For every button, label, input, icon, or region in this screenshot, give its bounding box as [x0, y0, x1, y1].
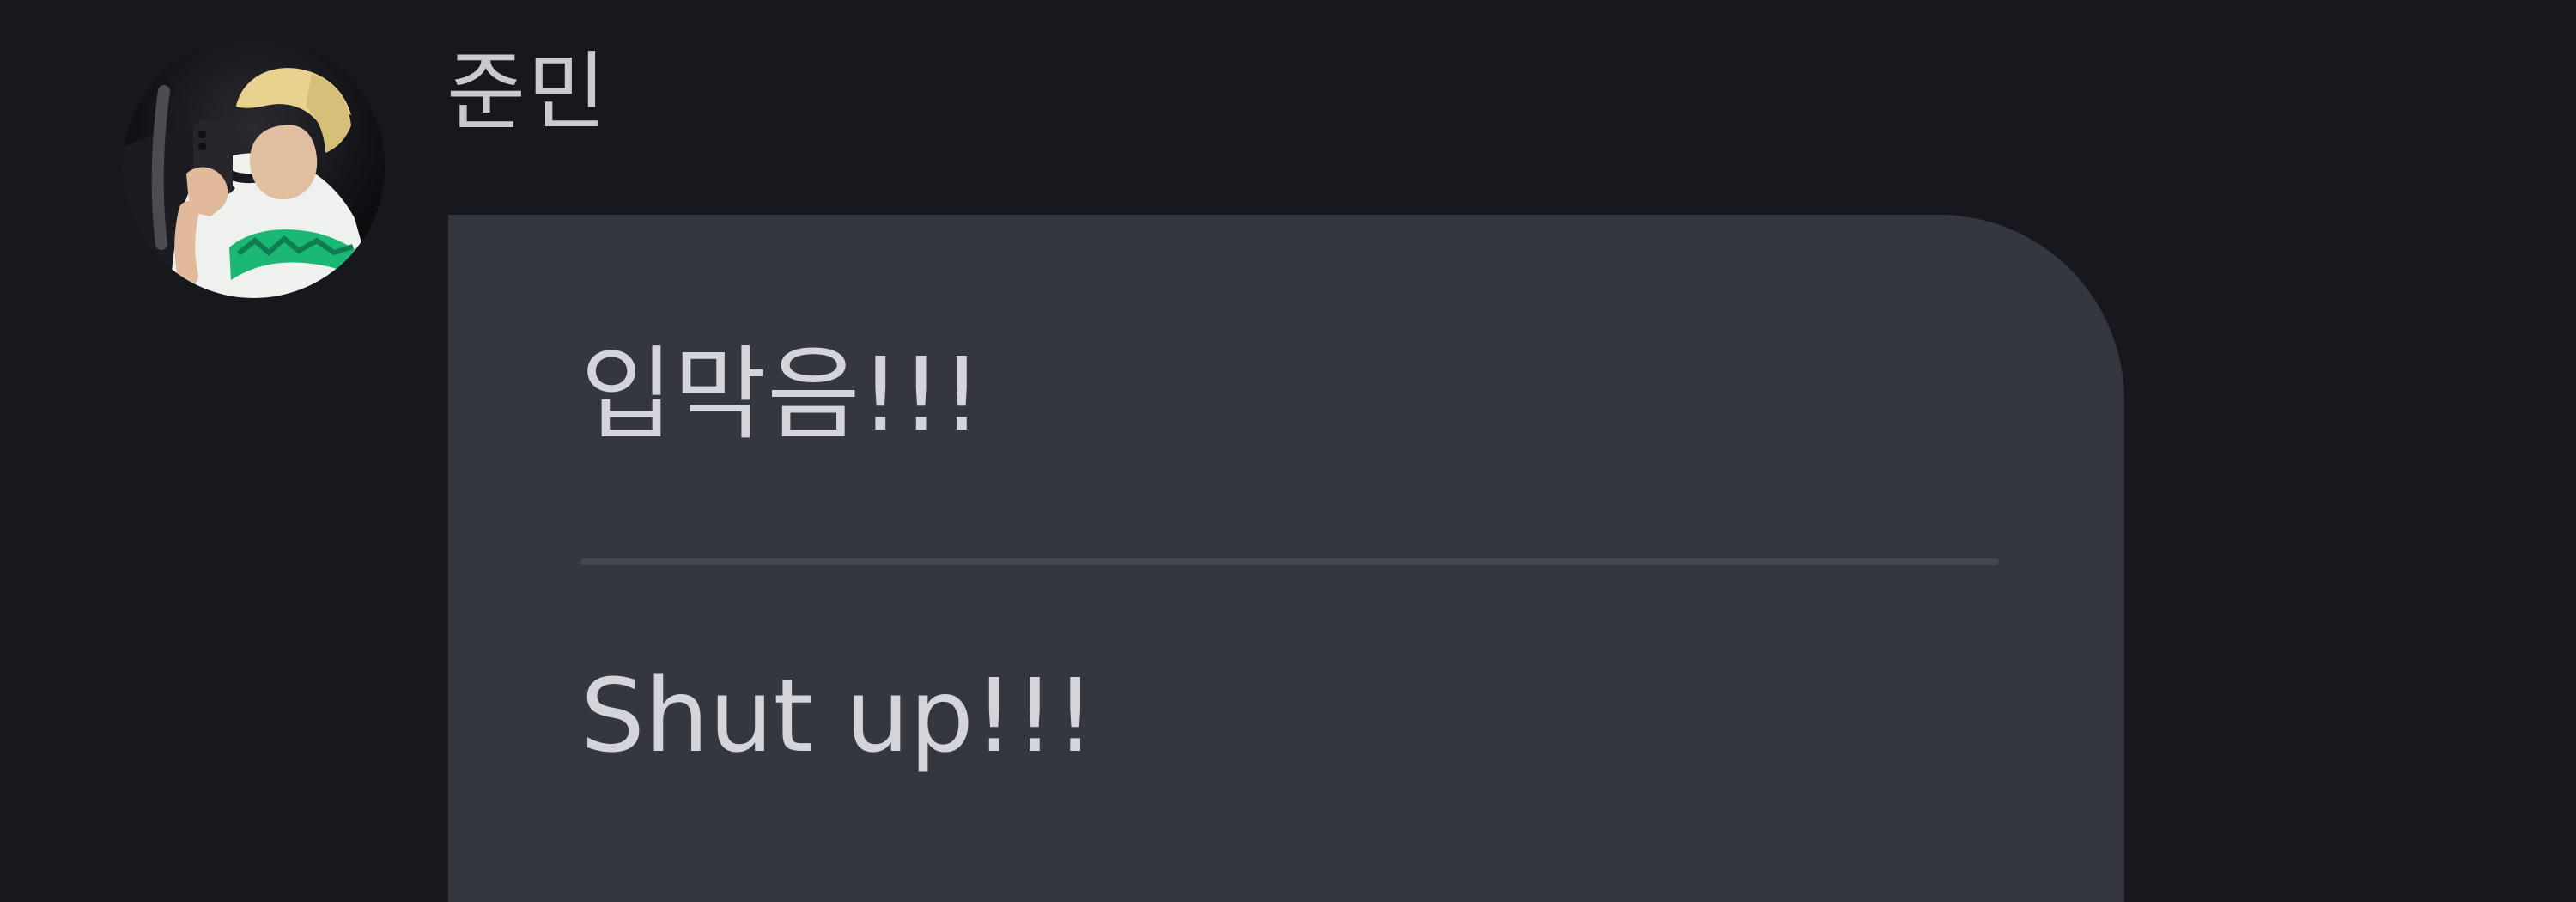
- avatar[interactable]: [123, 36, 385, 298]
- sender-name: 준민: [447, 42, 608, 143]
- chat-message: 준민 입막음!!! Shut up!!!: [0, 0, 2576, 902]
- profile-photo-icon: [123, 36, 385, 298]
- original-text: 입막음!!!: [580, 335, 982, 454]
- message-bubble[interactable]: 입막음!!! Shut up!!!: [448, 215, 2124, 902]
- translation-divider: [580, 558, 1999, 565]
- translated-text: Shut up!!!: [580, 656, 1096, 775]
